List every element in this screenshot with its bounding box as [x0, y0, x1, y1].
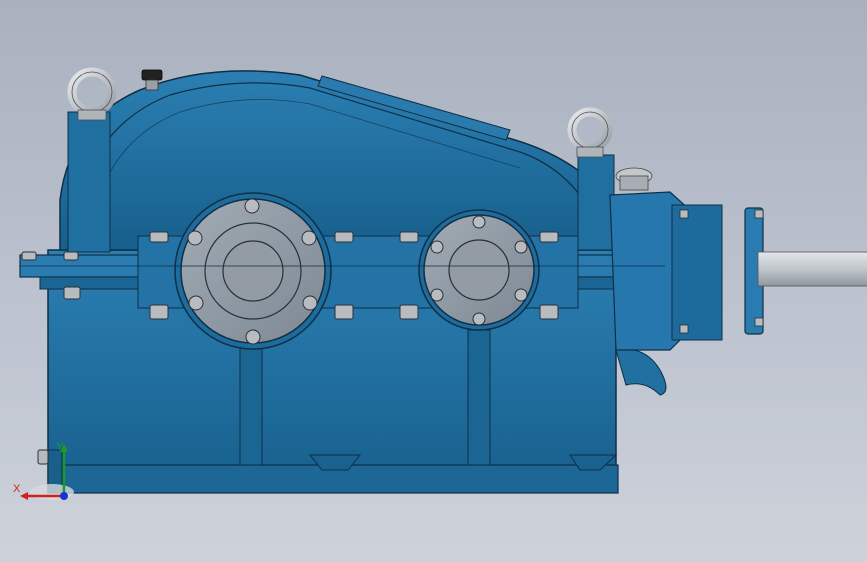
output-shaft [757, 251, 867, 287]
oil-plug [615, 167, 653, 191]
axis-triad: Y X [13, 441, 74, 500]
bearing-cover-left [174, 192, 332, 350]
lifting-eye-right [567, 107, 613, 158]
seal-housing [671, 204, 723, 341]
axis-y-label: Y [56, 441, 64, 453]
left-boss [67, 111, 111, 253]
axis-x-label: X [13, 483, 21, 495]
cad-viewport[interactable]: Y X [0, 0, 867, 562]
lifting-eye-left [67, 67, 117, 121]
right-boss [577, 154, 615, 251]
upper-cover [59, 70, 617, 251]
gearbox-model[interactable] [0, 0, 867, 562]
foot-hook [615, 348, 667, 396]
